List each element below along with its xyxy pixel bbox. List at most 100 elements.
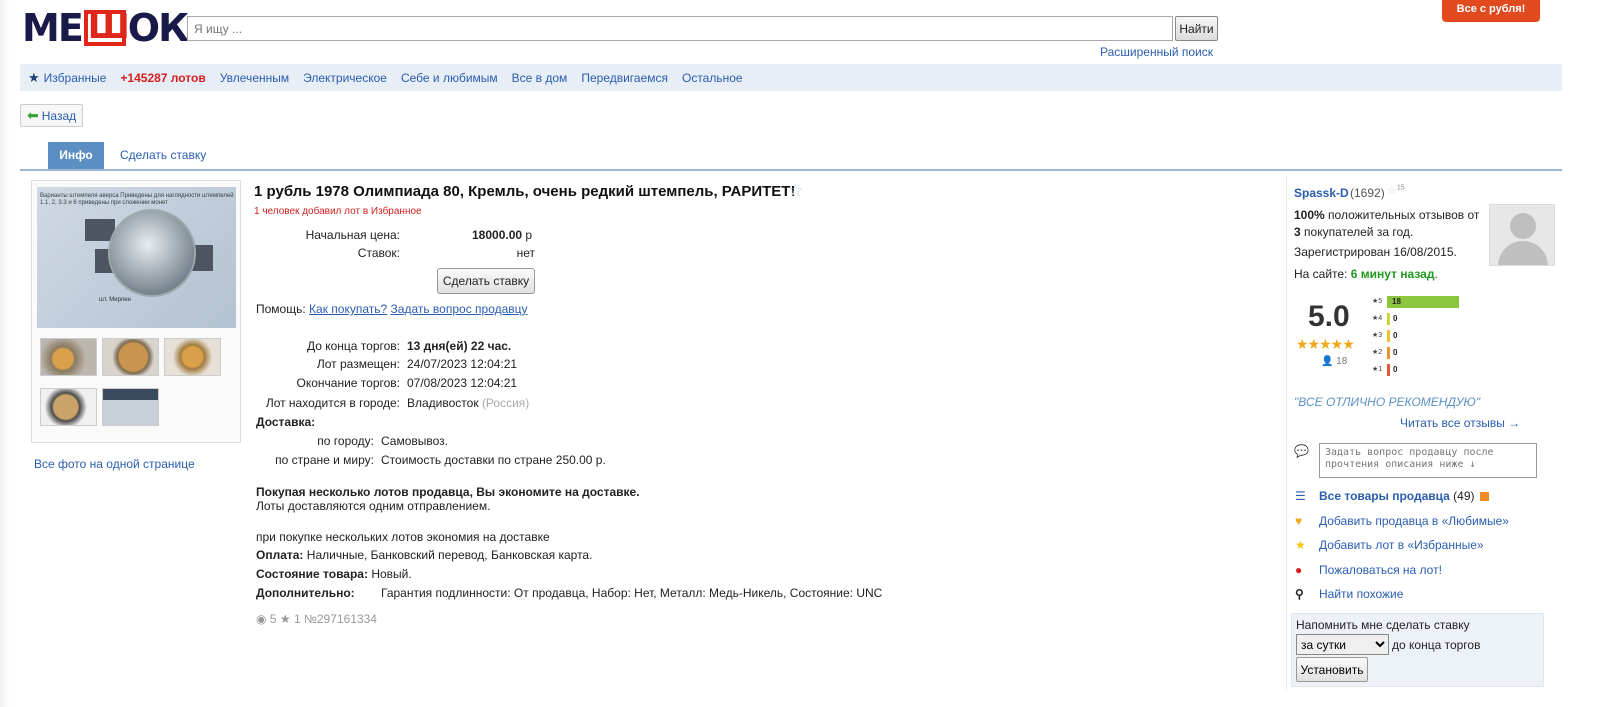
- rating-bar-value: 18: [1392, 297, 1401, 306]
- list-icon: ☰: [1295, 489, 1306, 503]
- rating-bar: [1387, 330, 1390, 342]
- all-items-link[interactable]: Все товары продавца: [1319, 489, 1450, 503]
- photo-thumbnail[interactable]: [40, 388, 97, 426]
- city-label: Лот находится в городе:: [265, 396, 400, 410]
- favorited-note: 1 человек добавил лот в Избранное: [254, 206, 422, 217]
- remind-label: Напомнить мне сделать ставку: [1296, 618, 1470, 632]
- nav-item-electric[interactable]: Электрическое: [303, 71, 387, 85]
- nav-item-home[interactable]: Все в дом: [512, 71, 568, 85]
- condition-label: Состояние товара:: [256, 567, 368, 581]
- add-lot-favorite-link[interactable]: Добавить лот в «Избранные»: [1319, 538, 1484, 552]
- back-arrow-icon: ⬅: [27, 107, 39, 123]
- search-input[interactable]: [187, 16, 1173, 41]
- registered-date: Зарегистрирован 16/08/2015.: [1294, 245, 1457, 259]
- ending-label: Окончание торгов:: [296, 376, 401, 390]
- eye-icon: ◉: [256, 612, 267, 626]
- rating-bar: [1387, 347, 1390, 359]
- nav-item-other[interactable]: Остальное: [682, 71, 743, 85]
- coin-image: [110, 211, 194, 295]
- star-icon: ★: [28, 69, 40, 85]
- rating-bar-value: 0: [1393, 331, 1398, 340]
- payment-value: Наличные, Банковский перевод, Банковская…: [306, 548, 593, 562]
- rating-bar-value: 0: [1393, 314, 1398, 323]
- rss-icon[interactable]: [1479, 492, 1489, 502]
- advanced-search-link[interactable]: Расширенный поиск: [1100, 45, 1213, 59]
- stars-count: 1: [293, 612, 301, 626]
- rating-bar-value: 0: [1393, 365, 1398, 374]
- read-all-reviews-link[interactable]: Читать все отзывы →: [1400, 416, 1520, 430]
- back-button[interactable]: ⬅ Назад: [20, 104, 84, 127]
- ask-seller-link[interactable]: Задать вопрос продавцу: [391, 302, 528, 316]
- online-label: На сайте:: [1294, 267, 1348, 281]
- country: (Россия): [481, 396, 530, 410]
- lot-number: №297161334: [304, 612, 377, 626]
- main-photo[interactable]: Варианты штемпеля аверса Приведены для н…: [37, 187, 236, 328]
- photo-label: шт. Мирлен: [99, 297, 131, 303]
- star-icon: ★: [279, 612, 291, 626]
- all-photos-link[interactable]: Все фото на одной странице: [34, 457, 195, 471]
- report-lot-link[interactable]: Пожаловаться на лот!: [1319, 563, 1442, 577]
- all-items-row: Все товары продавца (49): [1319, 489, 1489, 503]
- payment-label: Оплата:: [256, 548, 304, 562]
- condition-row: Состояние товара: Новый.: [256, 567, 412, 581]
- find-similar-link[interactable]: Найти похожие: [1319, 587, 1403, 601]
- ask-seller-input[interactable]: [1319, 443, 1537, 478]
- tab-make-bid[interactable]: Сделать ставку: [120, 148, 206, 162]
- reviewers: 👤 18: [1321, 356, 1347, 367]
- seller-name[interactable]: Spassk-D: [1294, 186, 1349, 200]
- how-to-buy-link[interactable]: Как покупать?: [309, 302, 387, 316]
- favorite-star-icon[interactable]: ☆: [788, 181, 803, 201]
- promo-badge[interactable]: Все с рубля!: [1442, 0, 1540, 22]
- heart-icon: ♥: [1295, 514, 1303, 528]
- photo-gallery: Варианты штемпеля аверса Приведены для н…: [31, 180, 241, 443]
- nav-item-hobby[interactable]: Увлеченным: [220, 71, 289, 85]
- help-label: Помощь:: [256, 302, 306, 316]
- all-items-count: (49): [1453, 489, 1475, 503]
- photo-caption: Варианты штемпеля аверса Приведены для н…: [40, 193, 234, 206]
- window-edge: [0, 0, 10, 707]
- positive-pct: 100%: [1294, 208, 1325, 222]
- nav-lots-count[interactable]: +145287 лотов: [120, 71, 205, 85]
- start-price-value: 18000.00: [472, 228, 523, 242]
- buyers-count: 3: [1294, 225, 1301, 239]
- rating-bar-label: ★5: [1372, 298, 1383, 305]
- photo-thumbnail[interactable]: [164, 338, 221, 376]
- rating-stars-icon: ★★★★★: [1296, 336, 1355, 352]
- delivery-city-label: по городу:: [317, 434, 374, 448]
- photo-thumbnail[interactable]: [102, 388, 159, 426]
- nav-item-transport[interactable]: Передвигаемся: [581, 71, 668, 85]
- seller-avatar[interactable]: [1489, 204, 1555, 266]
- add-seller-favorite-link[interactable]: Добавить продавца в «Любимые»: [1319, 514, 1509, 528]
- make-bid-button[interactable]: Сделать ставку: [437, 268, 535, 294]
- placed-label: Лот размещен:: [316, 357, 400, 371]
- site-logo[interactable]: МЕ Ш ОК: [22, 6, 189, 50]
- search-button[interactable]: Найти: [1175, 16, 1218, 41]
- ending-value: 07/08/2023 12:04:21: [407, 376, 518, 390]
- photo-thumbnail[interactable]: [102, 338, 159, 376]
- remind-select[interactable]: за сутки: [1296, 634, 1389, 655]
- lot-stats: ◉ 5 ★ 1 №297161334: [256, 612, 377, 626]
- tab-info[interactable]: Инфо: [48, 142, 104, 169]
- extra-value: Гарантия подлинности: От продавца, Набор…: [381, 586, 883, 600]
- set-reminder-button[interactable]: Установить: [1296, 657, 1368, 682]
- seller-badge: ☆15: [1387, 184, 1405, 197]
- start-price: 18000.00 р: [472, 228, 532, 242]
- delivery-world-label: по стране и миру:: [275, 453, 374, 467]
- rating-bar: [1387, 313, 1390, 325]
- rating-bar-value: 0: [1393, 348, 1398, 357]
- ends-in-label: До конца торгов:: [306, 339, 400, 353]
- payment-row: Оплата: Наличные, Банковский перевод, Ба…: [256, 548, 592, 562]
- extra-label: Дополнительно:: [256, 586, 355, 600]
- delivery-label: Доставка:: [256, 415, 316, 429]
- rating-score: 5.0: [1308, 300, 1350, 333]
- bids-label: Ставок:: [357, 246, 400, 260]
- nav-item-gifts[interactable]: Себе и любимым: [401, 71, 498, 85]
- savings-note: Лоты доставляются одним отправлением.: [256, 499, 491, 513]
- star-icon: ★: [1295, 538, 1306, 552]
- nav-favorites[interactable]: Избранные: [44, 71, 107, 85]
- views-count: 5: [269, 612, 277, 626]
- buyers-text: покупателей за год.: [1304, 225, 1414, 239]
- photo-thumbnail[interactable]: [40, 338, 97, 376]
- rating-bar: [1387, 364, 1390, 376]
- seller-badge-count: 15: [1396, 184, 1405, 192]
